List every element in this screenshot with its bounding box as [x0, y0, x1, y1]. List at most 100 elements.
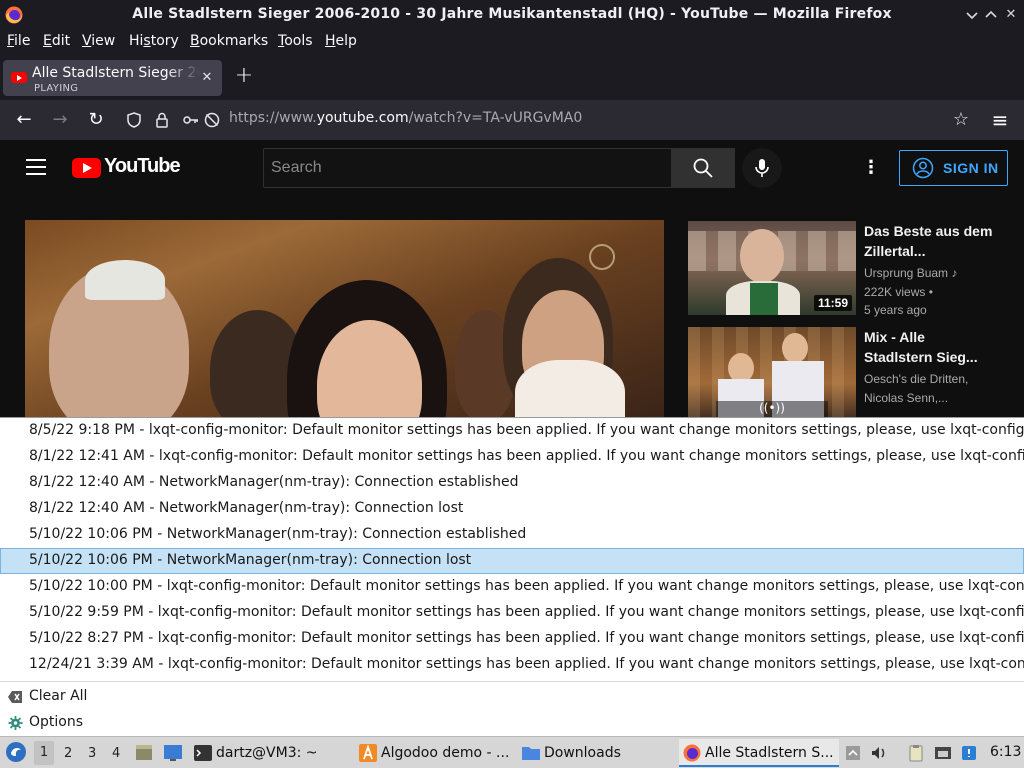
workspace-1[interactable]: 1: [34, 741, 54, 765]
menu-edit[interactable]: Edit: [43, 33, 70, 49]
url-bar[interactable]: https://www.youtube.com/watch?v=TA-vURGv…: [116, 104, 980, 136]
notification-row[interactable]: 8/5/22 9:18 PM - lxqt-config-monitor: De…: [0, 418, 1024, 444]
show-desktop-icon[interactable]: [163, 744, 183, 762]
lock-icon[interactable]: [153, 111, 171, 129]
bookmark-star-icon[interactable]: ☆: [952, 111, 970, 129]
recommendation-channel-continued[interactable]: Nicolas Senn,...: [864, 391, 948, 405]
clear-all-label: Clear All: [29, 688, 88, 704]
video-duration: 11:59: [813, 295, 852, 311]
forward-button[interactable]: →: [48, 108, 72, 132]
menu-help[interactable]: Help: [325, 33, 357, 49]
task-label: Algodoo demo - ...: [381, 745, 510, 761]
task-label: Downloads: [544, 745, 621, 761]
recommendation-thumbnail[interactable]: ((•)): [688, 327, 856, 417]
notification-row[interactable]: 5/10/22 10:00 PM - lxqt-config-monitor: …: [0, 574, 1024, 600]
tab-youtube-video[interactable]: Alle Stadlstern Sieger 2006-2010 - 30 Ja…: [3, 60, 222, 96]
notification-row-selected[interactable]: 5/10/22 10:06 PM - NetworkManager(nm-tra…: [0, 548, 1024, 574]
notification-row[interactable]: 8/1/22 12:41 AM - lxqt-config-monitor: D…: [0, 444, 1024, 470]
video-player[interactable]: [25, 220, 664, 417]
menu-tools[interactable]: Tools: [278, 33, 313, 49]
notification-list[interactable]: 8/5/22 9:18 PM - lxqt-config-monitor: De…: [0, 418, 1024, 681]
minimize-icon[interactable]: [964, 7, 980, 23]
task-terminal[interactable]: dartz@VM3: ~: [190, 739, 348, 767]
url-path: /watch?v=TA-vURGvMA0: [408, 110, 583, 126]
folder-icon: [522, 747, 540, 760]
start-menu-icon[interactable]: [5, 741, 27, 763]
recommendation-channel[interactable]: Oesch's die Dritten,: [864, 372, 968, 386]
terminal-icon: [194, 745, 212, 761]
task-algodoo[interactable]: Algodoo demo - ...: [355, 739, 513, 767]
clear-icon: [8, 691, 22, 703]
workspace-4[interactable]: 4: [112, 746, 120, 761]
music-note-icon: ♪: [951, 266, 958, 280]
recommendation-views: 222K views •: [864, 285, 933, 299]
tab-strip: Alle Stadlstern Sieger 2006-2010 - 30 Ja…: [0, 56, 1024, 100]
search-button[interactable]: [671, 148, 735, 188]
workspace-3[interactable]: 3: [88, 746, 96, 761]
close-tab-icon[interactable]: ✕: [199, 70, 215, 86]
taskbar: 1 2 3 4 dartz@VM3: ~ Algodoo demo - ... …: [0, 736, 1024, 768]
recommendation-item[interactable]: 11:59 Das Beste aus dem Zillertal... Urs…: [688, 221, 1008, 317]
task-downloads[interactable]: Downloads: [518, 739, 676, 767]
window-titlebar[interactable]: Alle Stadlstern Sieger 2006-2010 - 30 Ja…: [0, 0, 1024, 30]
account-icon: [912, 157, 934, 179]
algodoo-icon: [359, 744, 377, 762]
hamburger-menu-icon[interactable]: [26, 159, 46, 175]
search-icon: [693, 158, 713, 178]
recommendation-title[interactable]: Das Beste aus dem Zillertal...: [864, 221, 994, 261]
menu-bar: File Edit View History Bookmarks Tools H…: [0, 30, 1024, 54]
search-placeholder: Search: [271, 159, 322, 176]
app-menu-button[interactable]: ≡: [988, 108, 1012, 132]
clipboard-icon[interactable]: [907, 744, 925, 762]
url-text[interactable]: https://www.youtube.com/watch?v=TA-vURGv…: [229, 110, 582, 126]
file-manager-launcher-icon[interactable]: [135, 744, 153, 762]
autoplay-blocked-icon[interactable]: [203, 111, 221, 129]
menu-bookmarks[interactable]: Bookmarks: [190, 33, 268, 49]
navigation-toolbar: ← → ↻ https://www.youtube.com/watch?v=TA…: [0, 100, 1024, 140]
tracking-shield-icon[interactable]: [125, 111, 143, 129]
clock[interactable]: 6:13: [990, 744, 1021, 760]
notification-row[interactable]: 8/1/22 12:40 AM - NetworkManager(nm-tray…: [0, 496, 1024, 522]
recommendation-item[interactable]: ((•)) Mix - Alle Stadlstern Sieg... Oesc…: [688, 327, 1008, 417]
more-options-icon[interactable]: ⋮: [862, 156, 880, 180]
options-button[interactable]: Options: [0, 710, 240, 736]
notification-row[interactable]: 5/10/22 9:59 PM - lxqt-config-monitor: D…: [0, 600, 1024, 626]
notification-icon[interactable]: [960, 744, 978, 762]
search-input[interactable]: Search: [263, 148, 672, 188]
task-firefox[interactable]: Alle Stadlstern S...: [679, 739, 839, 767]
notification-row[interactable]: 12/24/21 3:39 AM - lxqt-config-monitor: …: [0, 652, 1024, 678]
url-host: youtube.com: [316, 110, 409, 126]
close-window-icon[interactable]: ✕: [1003, 7, 1019, 23]
clear-all-button[interactable]: Clear All: [0, 684, 240, 710]
notification-row[interactable]: 8/1/22 12:40 AM - NetworkManager(nm-tray…: [0, 470, 1024, 496]
workspace-2[interactable]: 2: [64, 746, 72, 761]
youtube-play-icon: [72, 158, 101, 178]
menu-view[interactable]: View: [82, 33, 115, 49]
notification-row[interactable]: 5/10/22 8:27 PM - lxqt-config-monitor: D…: [0, 626, 1024, 652]
tray-expand-icon[interactable]: [844, 744, 862, 762]
recommendation-age: 5 years ago: [864, 303, 927, 317]
reload-button[interactable]: ↻: [84, 108, 108, 132]
volume-icon[interactable]: [870, 744, 888, 762]
menu-file[interactable]: File: [7, 33, 30, 49]
voice-search-button[interactable]: [742, 148, 782, 188]
firefox-icon: [683, 744, 701, 762]
network-wired-icon[interactable]: [934, 744, 952, 762]
recommendation-title[interactable]: Mix - Alle Stadlstern Sieg...: [864, 327, 994, 367]
menu-history[interactable]: History: [129, 33, 179, 49]
task-label: Alle Stadlstern S...: [705, 745, 834, 761]
back-button[interactable]: ←: [12, 108, 36, 132]
new-tab-button[interactable]: +: [233, 65, 255, 88]
url-prefix: https://www.: [229, 110, 317, 126]
notification-row[interactable]: 5/10/22 10:06 PM - NetworkManager(nm-tra…: [0, 522, 1024, 548]
permissions-key-icon[interactable]: [182, 111, 200, 129]
recommendation-thumbnail[interactable]: 11:59: [688, 221, 856, 315]
maximize-icon[interactable]: [983, 7, 999, 23]
settings-gear-icon: [8, 716, 23, 730]
panel-divider: [0, 681, 1024, 682]
recommendation-channel[interactable]: Ursprung Buam ♪: [864, 266, 957, 280]
live-broadcast-icon: ((•)): [759, 401, 785, 415]
youtube-favicon-icon: [11, 72, 27, 83]
sign-in-button[interactable]: SIGN IN: [899, 150, 1008, 186]
youtube-wordmark: YouTube: [104, 155, 181, 177]
